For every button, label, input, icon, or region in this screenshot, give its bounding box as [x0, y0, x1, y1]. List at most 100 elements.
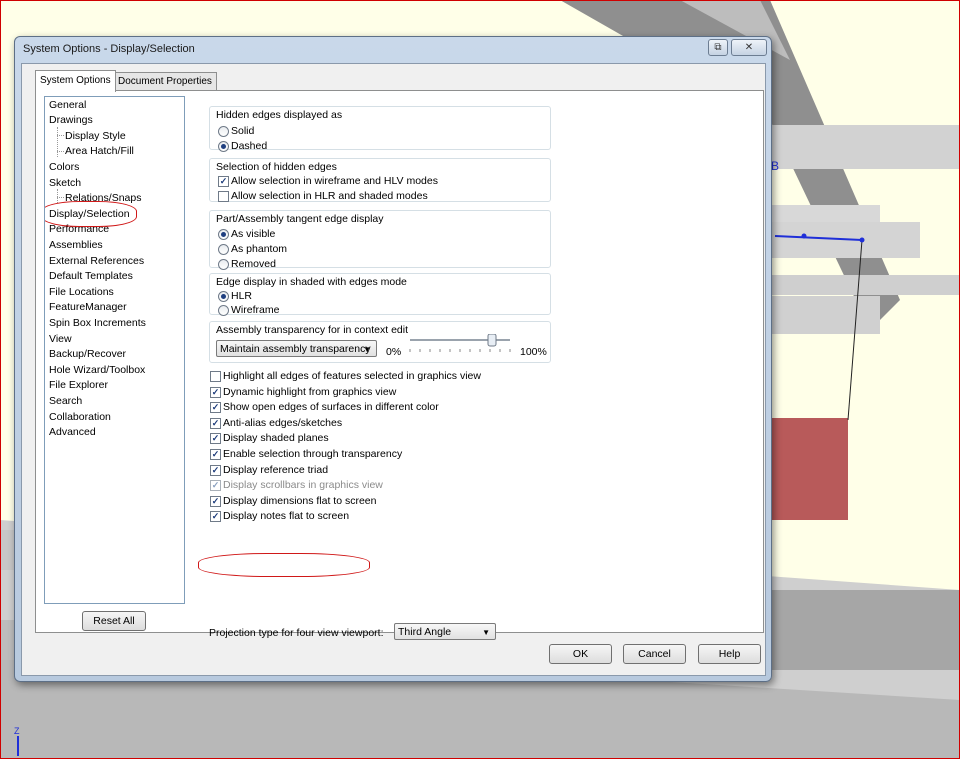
- close-icon: ✕: [744, 42, 754, 53]
- group-selection-hidden-label: Selection of hidden edges: [216, 161, 337, 173]
- tree-item-advanced[interactable]: Advanced: [49, 425, 96, 439]
- group-assembly-transparency: Assembly transparency for in context edi…: [209, 321, 551, 363]
- tree-item-backup-recover[interactable]: Backup/Recover: [49, 347, 126, 361]
- checkbox-option: ✓: [210, 480, 221, 491]
- group-edge-shaded: Edge display in shaded with edges mode H…: [209, 273, 551, 316]
- title-bar[interactable]: System Options - Display/Selection ⧉ ✕: [15, 37, 771, 61]
- tree-connector: [57, 135, 64, 136]
- tree-item-performance[interactable]: Performance: [49, 222, 109, 236]
- options-tree[interactable]: General Drawings Display Style Area Hatc…: [44, 96, 185, 604]
- group-tangent-label: Part/Assembly tangent edge display: [216, 213, 384, 225]
- radio-wireframe[interactable]: [218, 305, 229, 316]
- group-hidden-edges: Hidden edges displayed as Solid Dashed: [209, 106, 551, 152]
- radio-dashed[interactable]: [218, 141, 229, 152]
- tree-item-sketch[interactable]: Sketch: [49, 176, 81, 190]
- radio-as-visible[interactable]: [218, 229, 229, 240]
- checkbox-option-label: Show open edges of surfaces in different…: [223, 401, 439, 413]
- checkbox-option-label: Display scrollbars in graphics view: [223, 479, 383, 491]
- transparency-slider[interactable]: [408, 334, 512, 360]
- close-button[interactable]: ✕: [731, 39, 767, 56]
- chevron-down-icon: ▼: [482, 628, 490, 637]
- tree-item-relations-snaps[interactable]: Relations/Snaps: [65, 191, 141, 205]
- checkbox-wireframe-hlv[interactable]: ✓: [218, 176, 229, 187]
- group-transparency-label: Assembly transparency for in context edi…: [216, 324, 409, 336]
- radio-hlr-label: HLR: [231, 290, 253, 302]
- slider-min-label: 0%: [386, 346, 402, 358]
- radio-removed[interactable]: [218, 259, 229, 270]
- tree-item-colors[interactable]: Colors: [49, 160, 79, 174]
- tree-item-general[interactable]: General: [49, 98, 86, 112]
- transparency-dropdown[interactable]: Maintain assembly transparency ▼: [216, 340, 377, 357]
- group-hidden-edges-label: Hidden edges displayed as: [216, 109, 343, 121]
- reset-all-button[interactable]: Reset All: [82, 611, 146, 631]
- tree-connector: [57, 127, 58, 157]
- tree-item-assemblies[interactable]: Assemblies: [49, 238, 103, 252]
- radio-wireframe-label: Wireframe: [231, 304, 280, 316]
- tree-item-external-references[interactable]: External References: [49, 254, 144, 268]
- cancel-button[interactable]: Cancel: [623, 644, 686, 664]
- tree-item-display-style[interactable]: Display Style: [65, 129, 126, 143]
- window-title: System Options - Display/Selection: [23, 43, 195, 55]
- rod-5-shape: [770, 275, 960, 295]
- tree-item-drawings[interactable]: Drawings: [49, 113, 93, 127]
- projection-label: Projection type for four view viewport:: [209, 627, 384, 639]
- checkbox-option[interactable]: ✓: [210, 511, 221, 522]
- checkbox-option[interactable]: ✓: [210, 418, 221, 429]
- group-selection-hidden-edges: Selection of hidden edges ✓ Allow select…: [209, 158, 551, 202]
- checkbox-option-label: Highlight all edges of features selected…: [223, 370, 481, 382]
- restore-button[interactable]: ⧉: [708, 39, 728, 56]
- chevron-down-icon: ▼: [363, 345, 371, 354]
- checkbox-option-label: Enable selection through transparency: [223, 448, 403, 460]
- tree-item-hole-wizard-toolbox[interactable]: Hole Wizard/Toolbox: [49, 363, 145, 377]
- checkbox-option-label: Display reference triad: [223, 464, 329, 476]
- group-tangent-edge: Part/Assembly tangent edge display As vi…: [209, 210, 551, 270]
- bottom-bar-shape: [770, 590, 960, 670]
- checkbox-option-label: Anti-alias edges/sketches: [223, 417, 343, 429]
- checkbox-option[interactable]: ✓: [210, 449, 221, 460]
- tab-system-options[interactable]: System Options: [35, 70, 116, 92]
- radio-as-phantom-label: As phantom: [231, 243, 288, 255]
- checkbox-option[interactable]: ✓: [210, 465, 221, 476]
- rod-1-shape: [770, 125, 960, 169]
- tree-item-display-selection[interactable]: Display/Selection: [49, 207, 130, 221]
- rod-4-shape: [770, 296, 880, 334]
- tree-item-spin-box-increments[interactable]: Spin Box Increments: [49, 316, 146, 330]
- tree-item-collaboration[interactable]: Collaboration: [49, 410, 111, 424]
- radio-solid[interactable]: [218, 126, 229, 137]
- tree-item-featuremanager[interactable]: FeatureManager: [49, 300, 127, 314]
- tree-connector: [57, 189, 58, 203]
- stray-label: B: [771, 159, 779, 173]
- red-block-shape: [770, 418, 848, 520]
- radio-hlr[interactable]: [218, 291, 229, 302]
- tree-item-search[interactable]: Search: [49, 394, 82, 408]
- ok-button[interactable]: OK: [549, 644, 612, 664]
- tab-document-properties[interactable]: Document Properties: [113, 72, 217, 91]
- checkbox-option-label: Display notes flat to screen: [223, 510, 350, 522]
- checkbox-option[interactable]: ✓: [210, 433, 221, 444]
- tree-item-file-explorer[interactable]: File Explorer: [49, 378, 108, 392]
- checkbox-option[interactable]: ✓: [210, 496, 221, 507]
- help-button[interactable]: Help: [698, 644, 761, 664]
- slider-thumb[interactable]: [487, 334, 497, 347]
- slider-ticks: [409, 349, 511, 352]
- sketch-point-shape: [859, 237, 865, 243]
- checkbox-option-label: Dynamic highlight from graphics view: [223, 386, 397, 398]
- tree-item-default-templates[interactable]: Default Templates: [49, 269, 133, 283]
- tree-item-view[interactable]: View: [49, 332, 72, 346]
- slider-max-label: 100%: [520, 346, 547, 358]
- tree-item-area-hatch-fill[interactable]: Area Hatch/Fill: [65, 144, 134, 158]
- restore-icon: ⧉: [714, 42, 722, 53]
- projection-dropdown[interactable]: Third Angle ▼: [394, 623, 496, 640]
- projection-dropdown-value: Third Angle: [398, 626, 452, 638]
- transparency-dropdown-value: Maintain assembly transparency: [220, 343, 371, 355]
- checkbox-option[interactable]: [210, 371, 221, 382]
- checkbox-option[interactable]: ✓: [210, 402, 221, 413]
- tree-item-file-locations[interactable]: File Locations: [49, 285, 114, 299]
- checkbox-wireframe-hlv-label: Allow selection in wireframe and HLV mod…: [231, 175, 438, 187]
- checkbox-option[interactable]: ✓: [210, 387, 221, 398]
- radio-solid-label: Solid: [231, 125, 255, 137]
- system-options-dialog: System Options - Display/Selection ⧉ ✕ S…: [14, 36, 772, 682]
- checkbox-hlr-shaded[interactable]: [218, 191, 229, 202]
- radio-as-phantom[interactable]: [218, 244, 229, 255]
- radio-dashed-label: Dashed: [231, 140, 268, 152]
